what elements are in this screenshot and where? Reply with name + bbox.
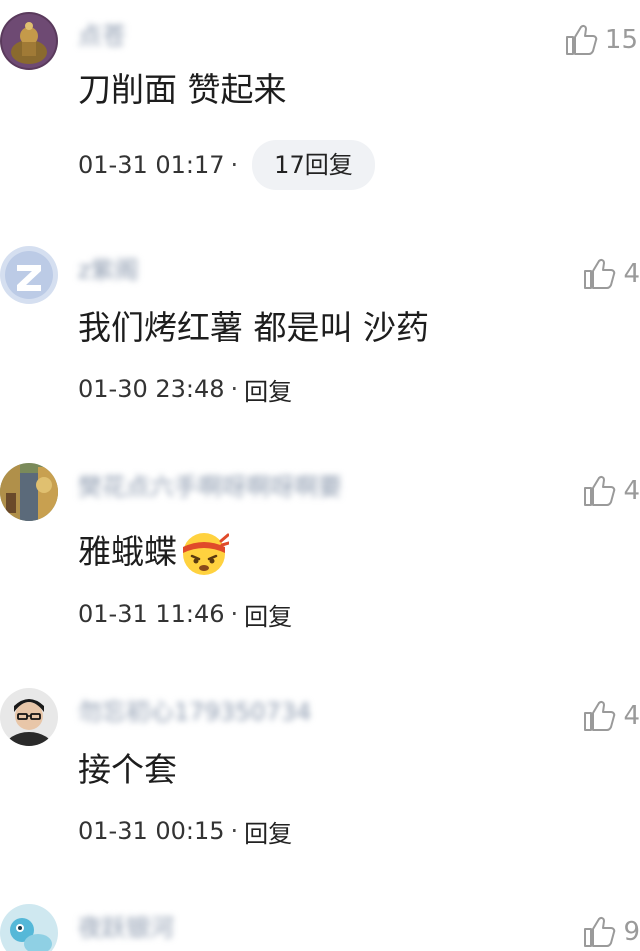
like-count: 4 (623, 476, 640, 506)
comment-text: 我们烤红薯 都是叫 沙药 (78, 308, 429, 347)
timestamp: 01-31 00:15 (78, 817, 225, 845)
comment-item: 夜跃银河 9 (0, 904, 640, 951)
like-button[interactable]: 4 (581, 473, 640, 509)
comment-text: 雅蛾蝶 (78, 527, 229, 577)
avatar[interactable] (0, 246, 58, 304)
timestamp: 01-31 11:46 (78, 600, 225, 628)
comment-text-body: 雅蛾蝶 (78, 532, 177, 571)
thumbs-up-icon (584, 258, 616, 289)
like-count: 15 (604, 25, 638, 55)
thumbs-up-icon (565, 24, 598, 55)
comment-list: 点苍 15 刀削面 赞起来 01-31 01:17 · 17回复 z紫阁 4 我… (0, 0, 640, 951)
avatar[interactable] (0, 904, 58, 951)
comment-item: 勿忘初心179350734 4 接个套 01-31 00:15 · 回复 (0, 688, 640, 868)
username[interactable]: z紫阁 (78, 256, 139, 284)
avatar[interactable] (0, 688, 58, 746)
avatar[interactable] (0, 12, 58, 70)
comment-item: z紫阁 4 我们烤红薯 都是叫 沙药 01-30 23:48 · 回复 (0, 246, 640, 426)
comment-meta: 01-30 23:48 · 回复 (78, 366, 292, 412)
username[interactable]: 勿忘初心179350734 (78, 698, 311, 726)
username[interactable]: 点苍 (78, 22, 126, 50)
like-count: 9 (623, 917, 640, 947)
comment-item: 樊花点六手啊呀啊呀啊要 4 雅蛾蝶 01-31 11:46 · 回复 (0, 463, 640, 653)
comment-meta: 01-31 11:46 · 回复 (78, 591, 292, 637)
separator: · (230, 600, 239, 628)
comment-meta: 01-31 01:17 · 17回复 (78, 140, 375, 190)
comment-text: 接个套 (78, 750, 177, 789)
comment-meta: 01-31 00:15 · 回复 (78, 808, 292, 854)
reply-button[interactable]: 回复 (244, 372, 292, 407)
separator: · (230, 817, 239, 845)
separator: · (230, 375, 239, 403)
like-button[interactable]: 9 (581, 914, 640, 950)
thumbs-up-icon (584, 916, 616, 947)
username[interactable]: 樊花点六手啊呀啊呀啊要 (78, 473, 342, 501)
comment-item: 点苍 15 刀削面 赞起来 01-31 01:17 · 17回复 (0, 12, 640, 212)
reply-button[interactable]: 回复 (244, 597, 292, 632)
reply-button[interactable]: 回复 (244, 814, 292, 849)
thumbs-up-icon (584, 700, 616, 731)
comment-text: 刀削面 赞起来 (78, 70, 287, 109)
like-button[interactable]: 4 (581, 698, 640, 734)
angry-headband-emoji (183, 533, 229, 575)
thumbs-up-icon (584, 475, 616, 506)
like-button[interactable]: 15 (563, 22, 638, 58)
like-button[interactable]: 4 (581, 256, 640, 292)
reply-button[interactable]: 17回复 (252, 140, 375, 190)
timestamp: 01-30 23:48 (78, 375, 225, 403)
separator: · (230, 151, 239, 179)
avatar[interactable] (0, 463, 58, 521)
like-count: 4 (623, 259, 640, 289)
username[interactable]: 夜跃银河 (78, 914, 174, 942)
timestamp: 01-31 01:17 (78, 151, 225, 179)
like-count: 4 (623, 701, 640, 731)
